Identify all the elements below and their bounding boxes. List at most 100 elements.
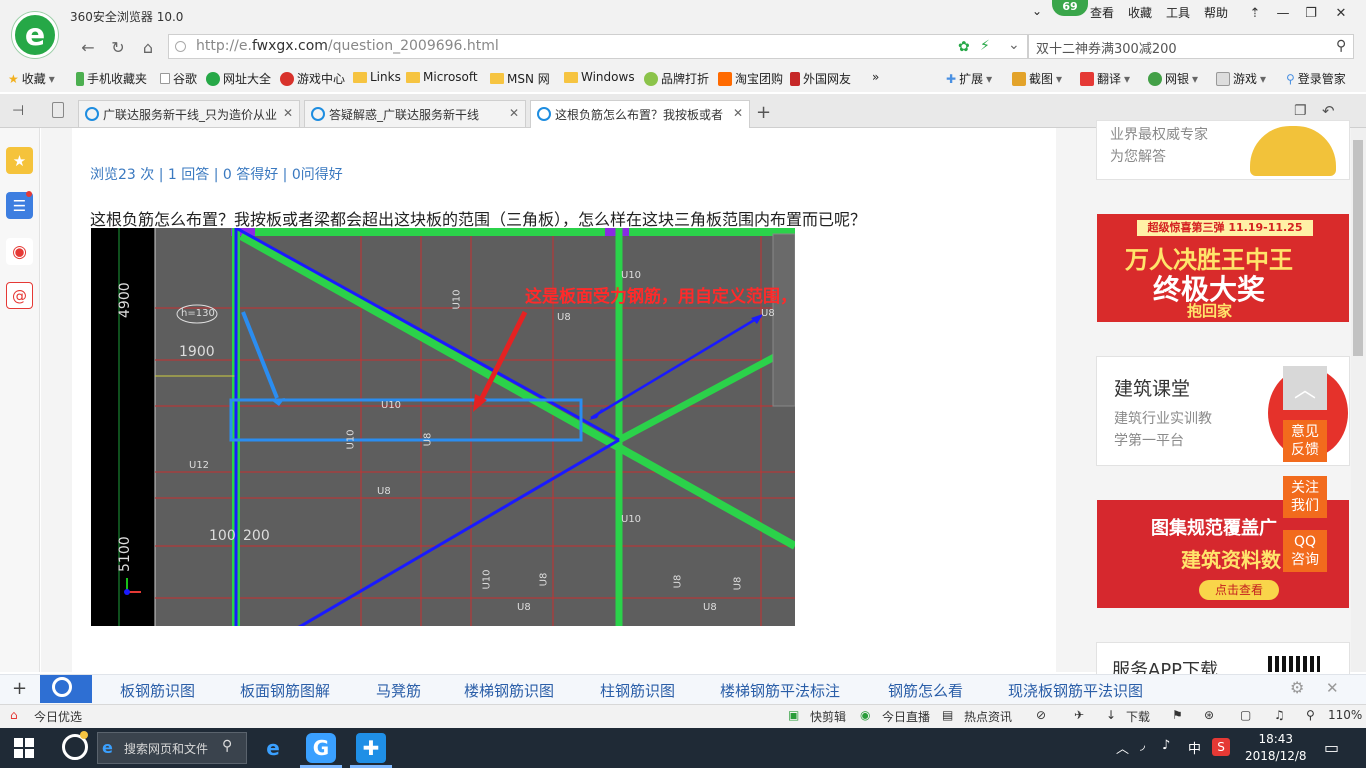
related-link[interactable]: 马凳筋 [376, 680, 421, 701]
network-icon[interactable]: ⊛ [1204, 708, 1214, 722]
scrollbar-thumb[interactable] [1353, 140, 1363, 356]
close-window-button[interactable]: ✕ [1330, 3, 1352, 23]
window-icon[interactable]: ▢ [1240, 708, 1251, 722]
extensions-button[interactable]: ✚ 扩展 ▾ [946, 70, 992, 87]
related-link[interactable]: 板面钢筋图解 [240, 680, 330, 701]
related-link[interactable]: 楼梯钢筋识图 [464, 680, 554, 701]
related-link[interactable]: 钢筋怎么看 [888, 680, 963, 701]
pin-icon[interactable]: ⇡ [1244, 3, 1266, 23]
related-link[interactable]: 板钢筋识图 [120, 680, 195, 701]
menu-help[interactable]: 帮助 [1204, 4, 1228, 21]
url-text[interactable]: http://e.fwxgx.com/question_2009696.html [196, 38, 499, 54]
back-arrow-icon[interactable]: ← [76, 36, 100, 58]
bank-button[interactable]: 网银 ▾ [1148, 70, 1198, 87]
bookmark-taobao[interactable]: 淘宝团购 [718, 70, 783, 87]
related-link[interactable]: 现浇板钢筋平法识图 [1008, 680, 1143, 701]
video-edit-icon[interactable]: ▣ [788, 708, 799, 722]
games-button[interactable]: 游戏 ▾ [1216, 70, 1266, 87]
mail-icon[interactable]: @ [6, 282, 33, 309]
news-icon[interactable]: ▤ [942, 708, 953, 722]
screenshot-button[interactable]: 截图 ▾ [1012, 70, 1062, 87]
app-plus-icon[interactable]: ✚ [356, 733, 386, 763]
accelerate-icon[interactable]: ⊘ [1036, 708, 1046, 722]
follow-us-button[interactable]: 关注我们 [1283, 476, 1327, 518]
volume-icon[interactable]: ♪ [1162, 738, 1170, 753]
ime-indicator[interactable]: 中 [1188, 738, 1201, 757]
system-clock[interactable]: 18:43 2018/12/8 [1245, 731, 1307, 765]
live-icon[interactable]: ◉ [860, 708, 870, 722]
menu-favorites[interactable]: 收藏 [1128, 4, 1152, 21]
bookmark-more[interactable]: » [872, 70, 879, 84]
bookmark-google[interactable]: 谷歌 [160, 70, 197, 87]
menu-tools[interactable]: 工具 [1166, 4, 1190, 21]
weibo-icon[interactable]: ◉ [6, 238, 33, 265]
add-icon[interactable]: + [12, 678, 27, 699]
rebar-label: U12 [189, 460, 210, 471]
qq-consult-button[interactable]: QQ咨询 [1283, 530, 1327, 572]
bookmark-mobile[interactable]: 手机收藏夹 [76, 70, 147, 87]
bookmark-games[interactable]: 游戏中心 [280, 70, 345, 87]
promo2-link[interactable]: 点击查看 [1199, 580, 1279, 600]
gift-icon[interactable]: ⌂ [10, 708, 18, 722]
speed-mode-icon[interactable]: ⚡ [980, 38, 990, 54]
menu-view[interactable]: 查看 [1090, 4, 1114, 21]
close-icon[interactable]: ✕ [509, 106, 519, 120]
chevron-down-icon[interactable]: ⌄ [1032, 4, 1042, 18]
maximize-button[interactable]: ❐ [1300, 3, 1322, 23]
tab-list-icon[interactable]: ❐ [1294, 103, 1307, 119]
related-link[interactable]: 柱钢筋识图 [600, 680, 675, 701]
phone-icon[interactable] [52, 102, 64, 118]
zoom-icon[interactable]: ⚲ [1306, 708, 1315, 722]
windows-start-icon[interactable] [14, 738, 34, 758]
new-tab-button[interactable]: + [756, 102, 771, 123]
download-icon[interactable]: ↓ [1106, 708, 1116, 722]
gear-icon[interactable]: ⚙ [1290, 678, 1304, 697]
translate-button[interactable]: 翻译 ▾ [1080, 70, 1130, 87]
zoom-level[interactable]: 110% [1328, 708, 1362, 722]
undo-close-icon[interactable]: ↶ [1322, 102, 1335, 120]
tab-question-active[interactable]: 这根负筋怎么布置？我按板或者 ✕ [530, 100, 750, 128]
downloads[interactable]: 下载 [1126, 708, 1150, 725]
tab-qa[interactable]: 答疑解惑_广联达服务新干线 ✕ [304, 100, 526, 127]
pin-icon[interactable]: ✈ [1074, 708, 1084, 722]
today-live[interactable]: 今日直播 [882, 708, 930, 725]
network-icon[interactable]: ◞ [1140, 738, 1145, 753]
sidebar-toggle-icon[interactable]: ⊣ [12, 103, 24, 119]
bookmark-links[interactable]: Links [353, 70, 401, 84]
quick-edit[interactable]: 快剪辑 [810, 708, 846, 725]
notification-badge[interactable]: 69 [1052, 0, 1088, 16]
bookmark-msn[interactable]: MSN 网 [490, 70, 550, 87]
sogou-ime-icon[interactable]: S [1212, 738, 1230, 756]
volume-icon[interactable]: ♫ [1274, 708, 1285, 722]
feedback-button[interactable]: 意见反馈 [1283, 420, 1327, 462]
flag-icon[interactable]: ⚑ [1172, 708, 1183, 722]
refresh-icon[interactable]: ↻ [106, 36, 130, 58]
close-icon[interactable]: ✕ [733, 106, 743, 120]
bookmark-windows[interactable]: Windows [564, 70, 635, 84]
bookmark-discount[interactable]: 品牌打折 [644, 70, 709, 87]
bookmark-favorites[interactable]: ★ 收藏 ▾ [8, 70, 55, 87]
bookmark-hao[interactable]: 网址大全 [206, 70, 271, 87]
related-link[interactable]: 楼梯钢筋平法标注 [720, 680, 840, 701]
close-icon[interactable]: ✕ [283, 106, 293, 120]
tab-glodon-home[interactable]: 广联达服务新干线_只为造价从业 ✕ [78, 100, 300, 127]
bookmark-foreign[interactable]: 外国网友 [790, 70, 851, 87]
back-to-top-button[interactable]: ︿ [1283, 366, 1327, 410]
login-manager-button[interactable]: ⚲ 登录管家 [1286, 70, 1346, 87]
today-picks[interactable]: 今日优选 [34, 708, 82, 725]
close-icon[interactable]: ✕ [1326, 679, 1339, 697]
action-center-icon[interactable]: ▭ [1324, 738, 1339, 757]
glodon-app-icon[interactable]: G [306, 733, 336, 763]
minimize-button[interactable]: — [1272, 3, 1294, 23]
hot-news[interactable]: 热点资讯 [964, 708, 1012, 725]
360-browser-logo-icon[interactable]: e [12, 12, 58, 58]
tray-expand-icon[interactable]: ︿ [1116, 738, 1129, 757]
edge-icon[interactable]: e [258, 733, 288, 763]
home-icon[interactable]: ⌂ [136, 36, 160, 58]
star-icon[interactable]: ★ [6, 147, 33, 174]
search-icon[interactable]: ⚲ [1336, 38, 1346, 54]
bookmark-microsoft[interactable]: Microsoft [406, 70, 478, 84]
security-icon[interactable]: ✿ [958, 39, 970, 55]
chevron-down-icon[interactable]: ⌄ [1008, 37, 1020, 53]
promo-banner-1[interactable]: 超级惊喜第三弹 11.19-11.25 万人决胜王中王 终极大奖 抱回家 [1097, 214, 1349, 322]
